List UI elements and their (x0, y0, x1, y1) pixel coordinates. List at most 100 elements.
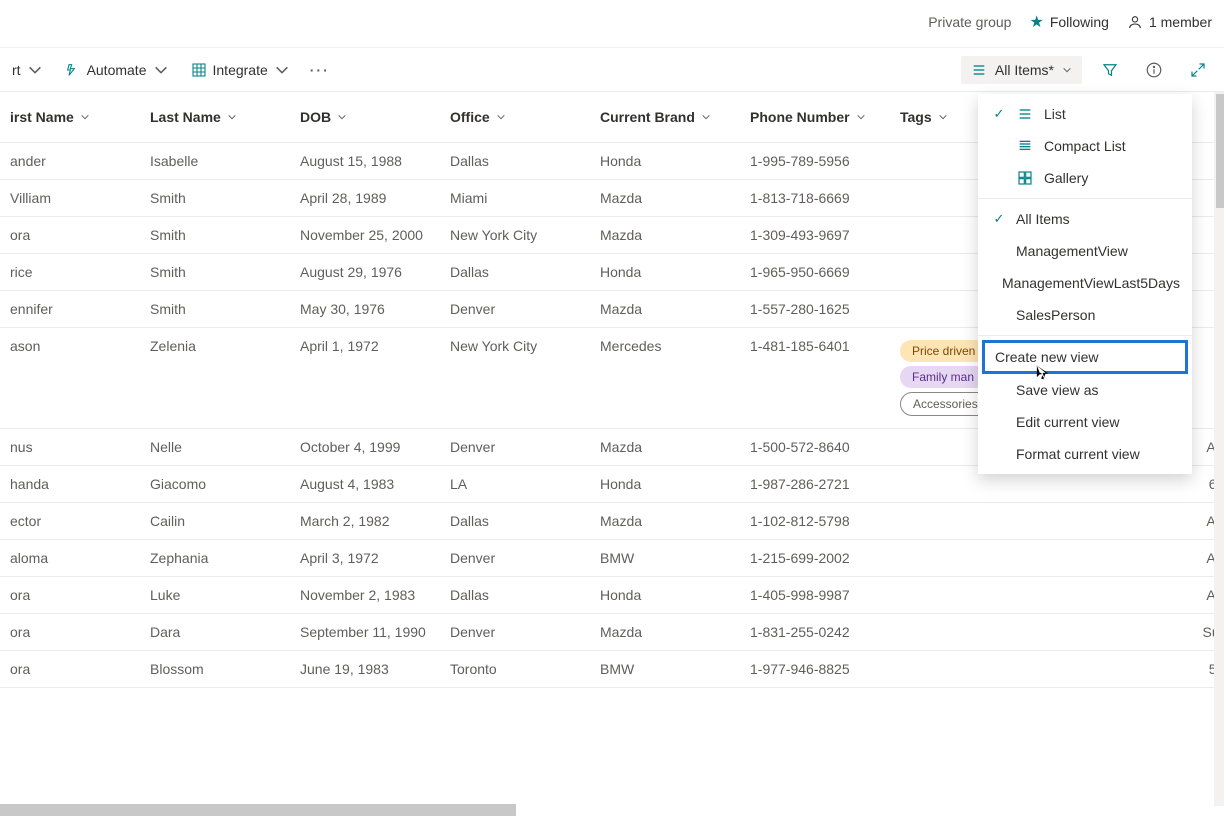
table-cell: ora (0, 613, 140, 650)
table-cell: Nelle (140, 428, 290, 465)
expand-icon (1189, 61, 1207, 79)
table-cell: August 29, 1976 (290, 253, 440, 290)
format-current-view-label: Format current view (1016, 446, 1140, 462)
table-cell: November 2, 1983 (290, 576, 440, 613)
first-command-button[interactable]: rt (10, 58, 45, 82)
view-option-gallery[interactable]: Gallery (978, 162, 1192, 194)
automate-button[interactable]: Automate (63, 58, 171, 82)
star-icon: ★ (1029, 12, 1043, 32)
automate-label: Automate (87, 62, 147, 78)
table-cell: Smith (140, 216, 290, 253)
table-cell: 1-965-950-6669 (740, 253, 890, 290)
table-cell: 1-977-946-8825 (740, 650, 890, 687)
table-cell: LA (440, 465, 590, 502)
table-cell: rice (0, 253, 140, 290)
table-row[interactable]: oraBlossomJune 19, 1983TorontoBMW1-977-9… (0, 650, 1224, 687)
table-cell: October 4, 1999 (290, 428, 440, 465)
table-cell: August 15, 1988 (290, 142, 440, 179)
expand-button[interactable] (1182, 54, 1214, 86)
following-toggle[interactable]: ★ Following (1029, 12, 1108, 32)
view-option-compact[interactable]: Compact List (978, 130, 1192, 162)
col-last-name[interactable]: Last Name (150, 109, 280, 125)
table-row[interactable]: alomaZephaniaApril 3, 1972DenverBMW1-215… (0, 539, 1224, 576)
col-first-name[interactable]: irst Name (10, 109, 130, 125)
table-cell: 1-813-718-6669 (740, 179, 890, 216)
table-cell: aloma (0, 539, 140, 576)
save-view-as-label: Save view as (1016, 382, 1098, 398)
members-button[interactable]: 1 member (1127, 14, 1212, 30)
table-cell: Smith (140, 290, 290, 327)
format-current-view[interactable]: Format current view (978, 438, 1192, 470)
check-icon: ✓ (992, 106, 1006, 122)
chevron-down-icon (496, 112, 506, 122)
table-cell: September 11, 1990 (290, 613, 440, 650)
table-cell: Luke (140, 576, 290, 613)
table-cell: Honda (590, 465, 740, 502)
col-dob[interactable]: DOB (300, 109, 430, 125)
table-cell: ector (0, 502, 140, 539)
table-cell: Honda (590, 253, 740, 290)
table-row[interactable]: oraLukeNovember 2, 1983DallasHonda1-405-… (0, 576, 1224, 613)
command-bar: rt Automate Integrate ··· All Items* (0, 48, 1224, 92)
filter-button[interactable] (1094, 54, 1126, 86)
table-cell: Denver (440, 428, 590, 465)
table-cell: April 3, 1972 (290, 539, 440, 576)
chevron-down-icon (227, 112, 237, 122)
table-cell: November 25, 2000 (290, 216, 440, 253)
more-button[interactable]: ··· (310, 62, 330, 78)
create-new-view-label: Create new view (995, 349, 1099, 365)
view-current-label: All Items* (995, 62, 1054, 78)
table-cell: 1-831-255-0242 (740, 613, 890, 650)
table-cell: Dara (140, 613, 290, 650)
first-command-label: rt (12, 62, 21, 78)
list-icon (1016, 106, 1034, 122)
table-cell: Mazda (590, 502, 740, 539)
table-cell: June 19, 1983 (290, 650, 440, 687)
list-icon (971, 62, 987, 78)
filter-icon (1101, 61, 1119, 79)
table-cell: New York City (440, 216, 590, 253)
tag-pill: Family man (900, 366, 986, 388)
col-phone[interactable]: Phone Number (750, 109, 880, 125)
table-row[interactable]: ectorCailinMarch 2, 1982DallasMazda1-102… (0, 502, 1224, 539)
create-new-view[interactable]: Create new view (982, 340, 1188, 374)
col-office[interactable]: Office (450, 109, 580, 125)
group-privacy-label: Private group (928, 14, 1011, 30)
info-button[interactable] (1138, 54, 1170, 86)
vertical-scrollbar-thumb[interactable] (1216, 94, 1224, 208)
table-cell: August 4, 1983 (290, 465, 440, 502)
command-right: All Items* (961, 54, 1214, 86)
table-row[interactable]: oraDaraSeptember 11, 1990DenverMazda1-83… (0, 613, 1224, 650)
view-item-management[interactable]: ManagementView (978, 235, 1192, 267)
view-dropdown-menu: ✓ List Compact List Gallery ✓ All Items … (978, 94, 1192, 474)
table-cell: March 2, 1982 (290, 502, 440, 539)
table-cell: New York City (440, 327, 590, 428)
edit-current-view[interactable]: Edit current view (978, 406, 1192, 438)
horizontal-scrollbar[interactable] (0, 804, 516, 816)
edit-current-view-label: Edit current view (1016, 414, 1119, 430)
menu-separator (978, 198, 1192, 199)
command-left: rt Automate Integrate ··· (10, 58, 330, 82)
cursor-icon (1034, 364, 1052, 386)
table-cell: nus (0, 428, 140, 465)
menu-separator (978, 335, 1192, 336)
view-option-list[interactable]: ✓ List (978, 98, 1192, 130)
table-cell: Mazda (590, 216, 740, 253)
view-option-label: List (1044, 106, 1066, 122)
view-item-management5[interactable]: ManagementViewLast5Days (978, 267, 1192, 299)
integrate-label: Integrate (213, 62, 268, 78)
table-cell: Denver (440, 613, 590, 650)
table-cell: 1-995-789-5956 (740, 142, 890, 179)
table-cell: Smith (140, 253, 290, 290)
table-cell: 1-481-185-6401 (740, 327, 890, 428)
view-item-sales[interactable]: SalesPerson (978, 299, 1192, 331)
view-item-all[interactable]: ✓ All Items (978, 203, 1192, 235)
gallery-icon (1016, 170, 1034, 186)
compact-list-icon (1016, 138, 1034, 154)
view-switcher[interactable]: All Items* (961, 56, 1082, 84)
col-brand[interactable]: Current Brand (600, 109, 730, 125)
chevron-down-icon (153, 62, 169, 78)
chevron-down-icon (938, 112, 948, 122)
integrate-button[interactable]: Integrate (189, 58, 292, 82)
save-view-as[interactable]: Save view as (978, 374, 1192, 406)
